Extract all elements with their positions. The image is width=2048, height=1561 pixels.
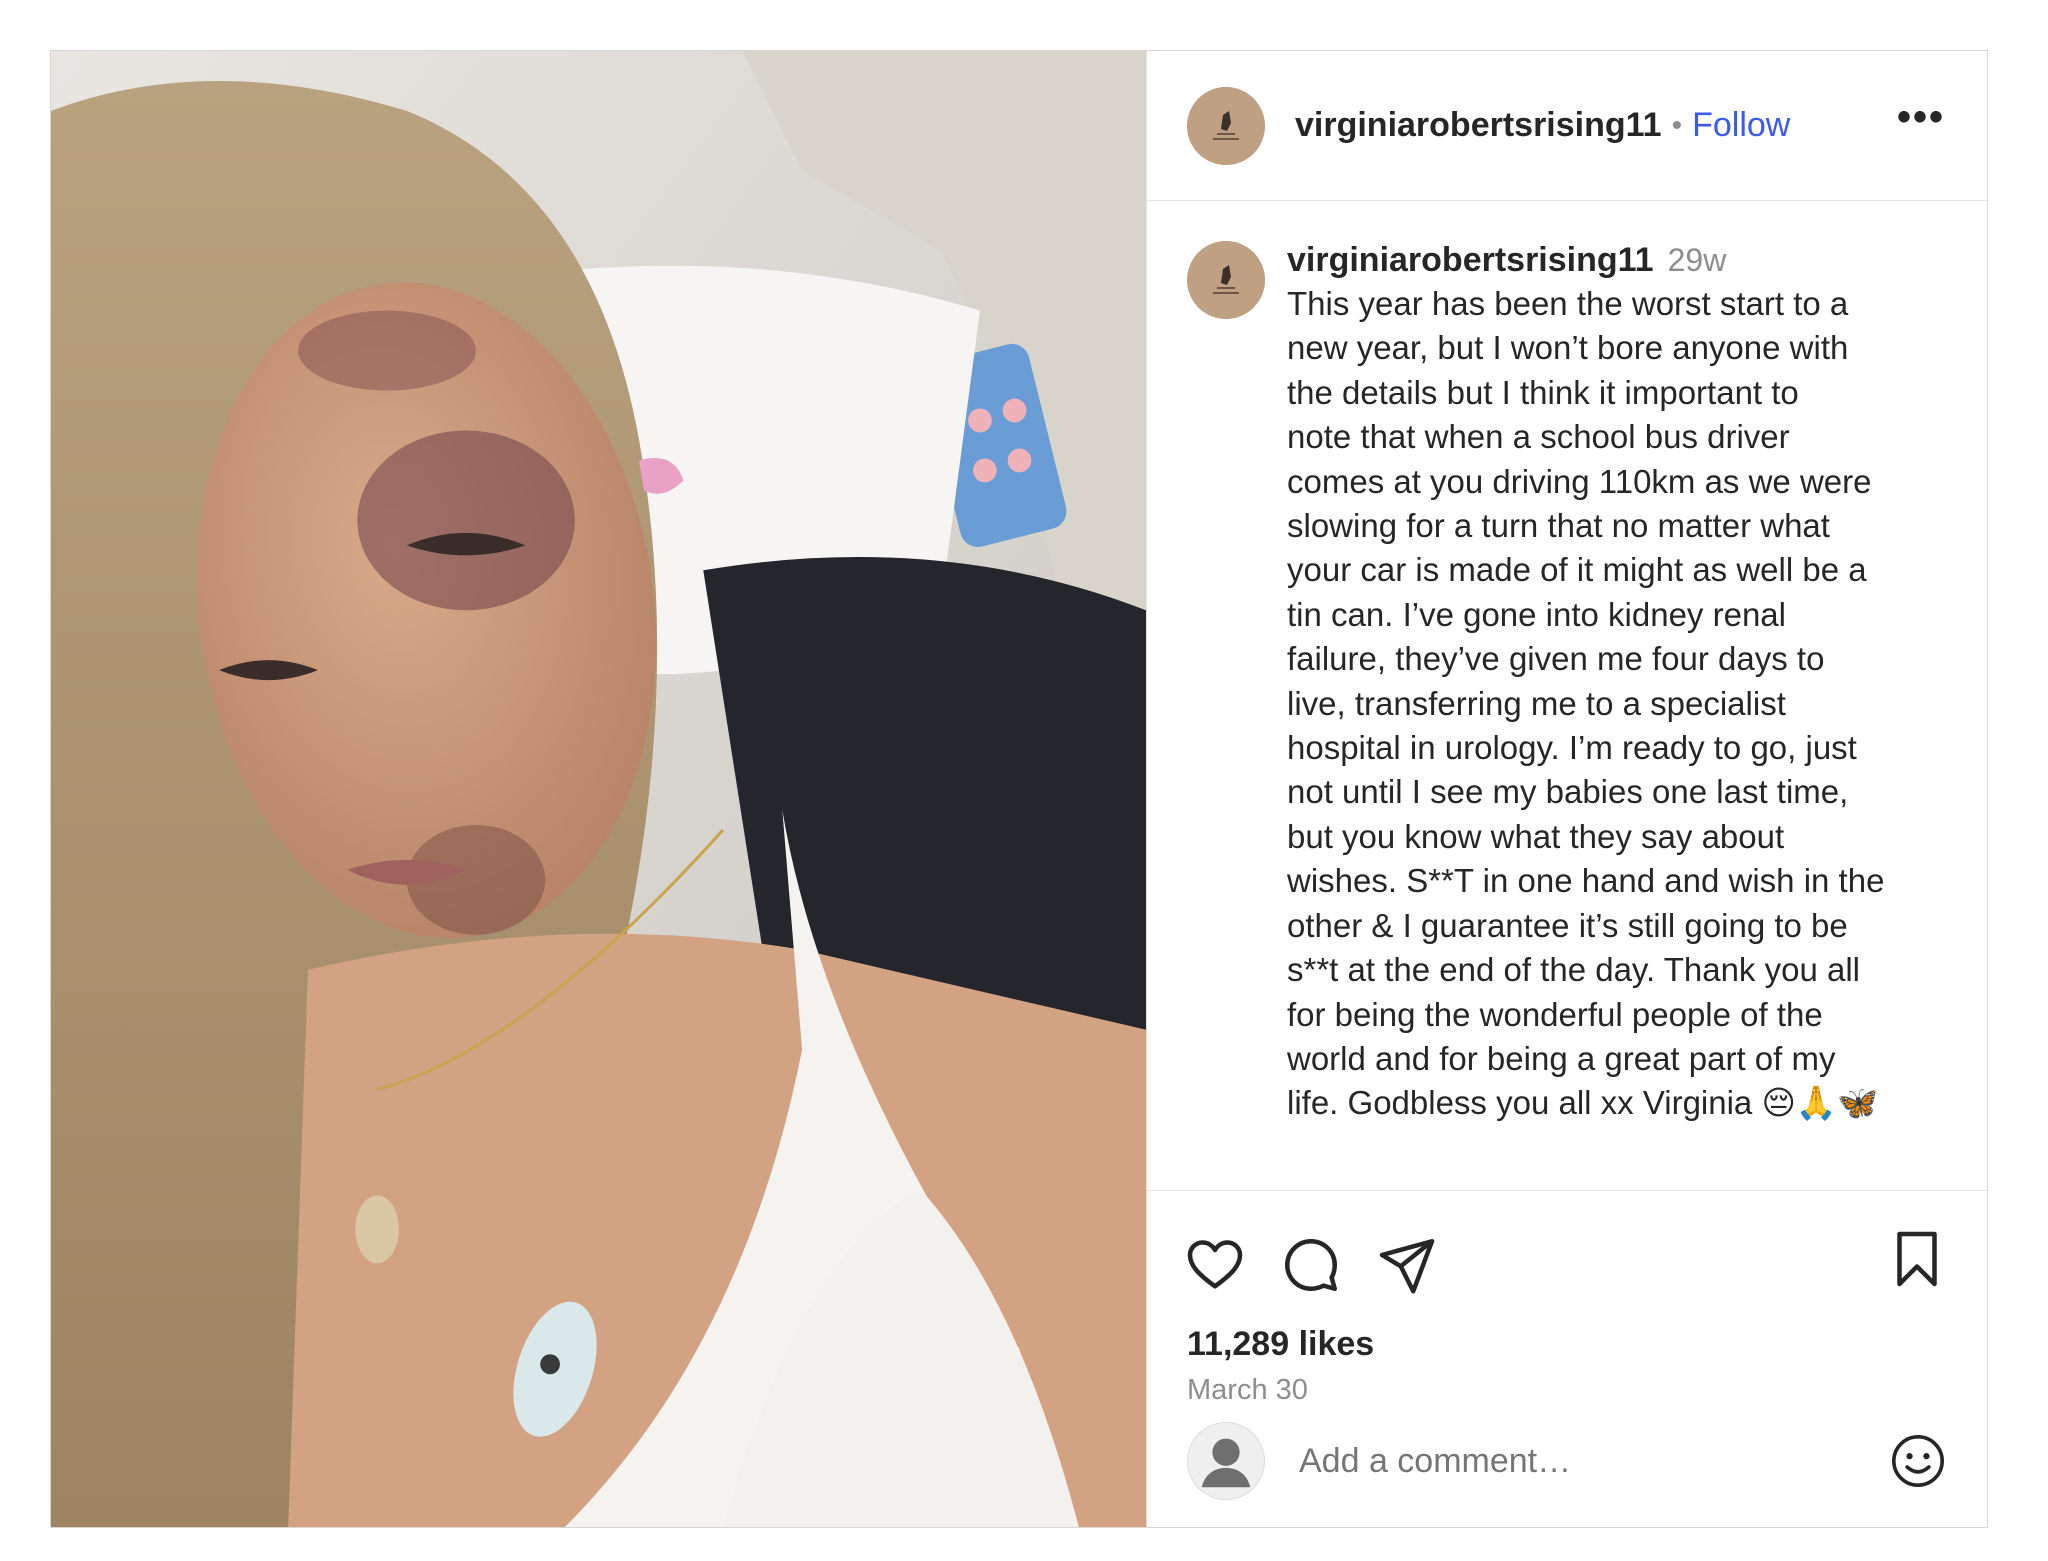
post-header: virginiarobertsrising11 • Follow •••	[1147, 51, 1987, 201]
caption-username[interactable]: virginiarobertsrising11	[1287, 241, 1654, 279]
caption-section: virginiarobertsrising11 29w This year has…	[1147, 201, 1987, 1191]
current-user-avatar	[1187, 1422, 1265, 1500]
caption-time[interactable]: 29w	[1668, 242, 1727, 278]
separator-dot: •	[1671, 108, 1683, 142]
follow-button[interactable]: Follow	[1692, 106, 1790, 145]
smiley-icon[interactable]	[1889, 1432, 1947, 1490]
likes-count[interactable]: 11,289 likes	[1147, 1301, 1987, 1364]
user-placeholder-icon	[1201, 1438, 1251, 1488]
post-photo-image	[51, 51, 1146, 1527]
heart-icon[interactable]	[1185, 1235, 1245, 1295]
profile-avatar[interactable]	[1187, 86, 1265, 165]
post-sidebar: virginiarobertsrising11 • Follow ••• vir…	[1146, 51, 1987, 1527]
avatar-logo-icon	[1187, 86, 1265, 165]
paper-plane-icon[interactable]	[1377, 1235, 1437, 1295]
action-bar	[1147, 1191, 1987, 1301]
caption-avatar[interactable]	[1187, 241, 1265, 319]
more-options-icon[interactable]: •••	[1897, 97, 1945, 137]
avatar-logo-icon	[1187, 241, 1265, 319]
post-photo[interactable]	[51, 51, 1146, 1527]
comment-icon[interactable]	[1281, 1235, 1341, 1295]
bookmark-icon[interactable]	[1887, 1229, 1947, 1289]
caption-text: This year has been the worst start to a …	[1287, 285, 1885, 1122]
caption-body: virginiarobertsrising11 29w This year has…	[1287, 241, 1947, 1190]
comment-input[interactable]	[1297, 1440, 1889, 1482]
comment-bar	[1147, 1395, 1987, 1527]
instagram-post: virginiarobertsrising11 • Follow ••• vir…	[50, 50, 1988, 1528]
header-username[interactable]: virginiarobertsrising11	[1295, 106, 1662, 145]
